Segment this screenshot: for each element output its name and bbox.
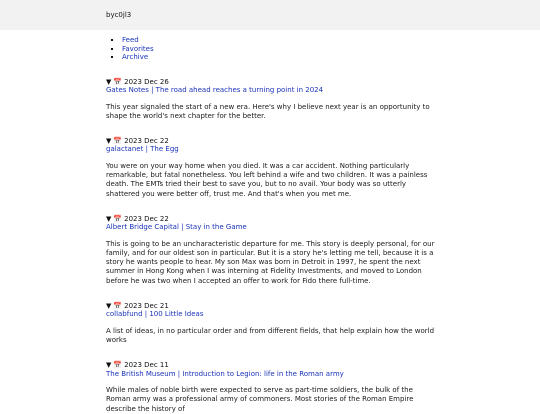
feed-entry: ▼ 📅 2023 Dec 22 galactanet | The Egg You w…	[106, 137, 436, 199]
nav-link-feed[interactable]: Feed	[122, 36, 139, 44]
calendar-icon: 📅	[113, 301, 123, 310]
calendar-icon: 📅	[113, 214, 123, 223]
nav-list: Feed Favorites Archive	[106, 36, 436, 62]
entry-date: 2023 Dec 21	[124, 301, 169, 310]
collapse-toggle-icon[interactable]: ▼	[106, 78, 111, 86]
entry-meta: ▼ 📅 2023 Dec 11	[106, 361, 436, 370]
entry-title-link[interactable]: collabfund | 100 Little Ideas	[106, 310, 436, 319]
entry-title-link[interactable]: galactanet | The Egg	[106, 145, 436, 154]
feed-entry: ▼ 📅 2023 Dec 22 Albert Bridge Capital | St…	[106, 215, 436, 286]
nav-item-favorites: Favorites	[122, 45, 436, 54]
feed-entry: ▼ 📅 2023 Dec 21 collabfund | 100 Little Id…	[106, 302, 436, 345]
entry-date: 2023 Dec 11	[124, 361, 169, 370]
entry-summary: A list of ideas, in no particular order …	[106, 326, 435, 344]
calendar-icon: 📅	[113, 77, 123, 86]
entry-meta: ▼ 📅 2023 Dec 22	[106, 137, 436, 146]
collapse-toggle-icon[interactable]: ▼	[106, 302, 111, 310]
nav-link-favorites[interactable]: Favorites	[122, 45, 154, 53]
main-content: Feed Favorites Archive ▼📅2023 Dec 26 Gat…	[106, 36, 436, 414]
feed-entry: ▼ 📅 2023 Dec 11 The British Museum | Intro…	[106, 361, 436, 414]
entry-meta: ▼ 📅 2023 Dec 21	[106, 302, 436, 311]
calendar-icon: 📅	[113, 361, 123, 370]
feed-entry: ▼ 📅 2023 Dec 26 Gates Notes | The road ahe…	[106, 78, 436, 121]
entry-meta: ▼ 📅 2023 Dec 26	[106, 78, 436, 87]
top-bar: byc0jl3	[0, 0, 540, 30]
entry-title-link[interactable]: Gates Notes | The road ahead reaches a t…	[106, 86, 436, 95]
nav-item-feed: Feed	[122, 36, 436, 45]
collapse-toggle-icon[interactable]: ▼	[106, 361, 111, 369]
collapse-toggle-icon[interactable]: ▼	[106, 137, 111, 145]
entry-title-link[interactable]: Albert Bridge Capital | Stay in the Game	[106, 223, 436, 232]
entry-summary: This year signaled the start of a new er…	[106, 102, 430, 120]
entry-title-link[interactable]: The British Museum | Introduction to Leg…	[106, 370, 436, 379]
entry-summary: This is going to be an uncharacteristic …	[106, 239, 435, 285]
entry-summary: You were on your way home when you died.…	[106, 161, 428, 198]
collapse-toggle-icon[interactable]: ▼	[106, 215, 111, 223]
entry-summary: While males of noble birth were expected…	[106, 386, 414, 413]
entry-date: 2023 Dec 22	[124, 136, 169, 145]
calendar-icon: 📅	[113, 136, 123, 145]
nav-link-archive[interactable]: Archive	[122, 53, 148, 61]
nav-item-archive: Archive	[122, 53, 436, 62]
entry-meta: ▼ 📅 2023 Dec 22	[106, 215, 436, 224]
entry-date: 2023 Dec 22	[124, 214, 169, 223]
site-brand[interactable]: byc0jl3	[106, 11, 131, 19]
entry-date: 2023 Dec 26	[124, 77, 169, 86]
